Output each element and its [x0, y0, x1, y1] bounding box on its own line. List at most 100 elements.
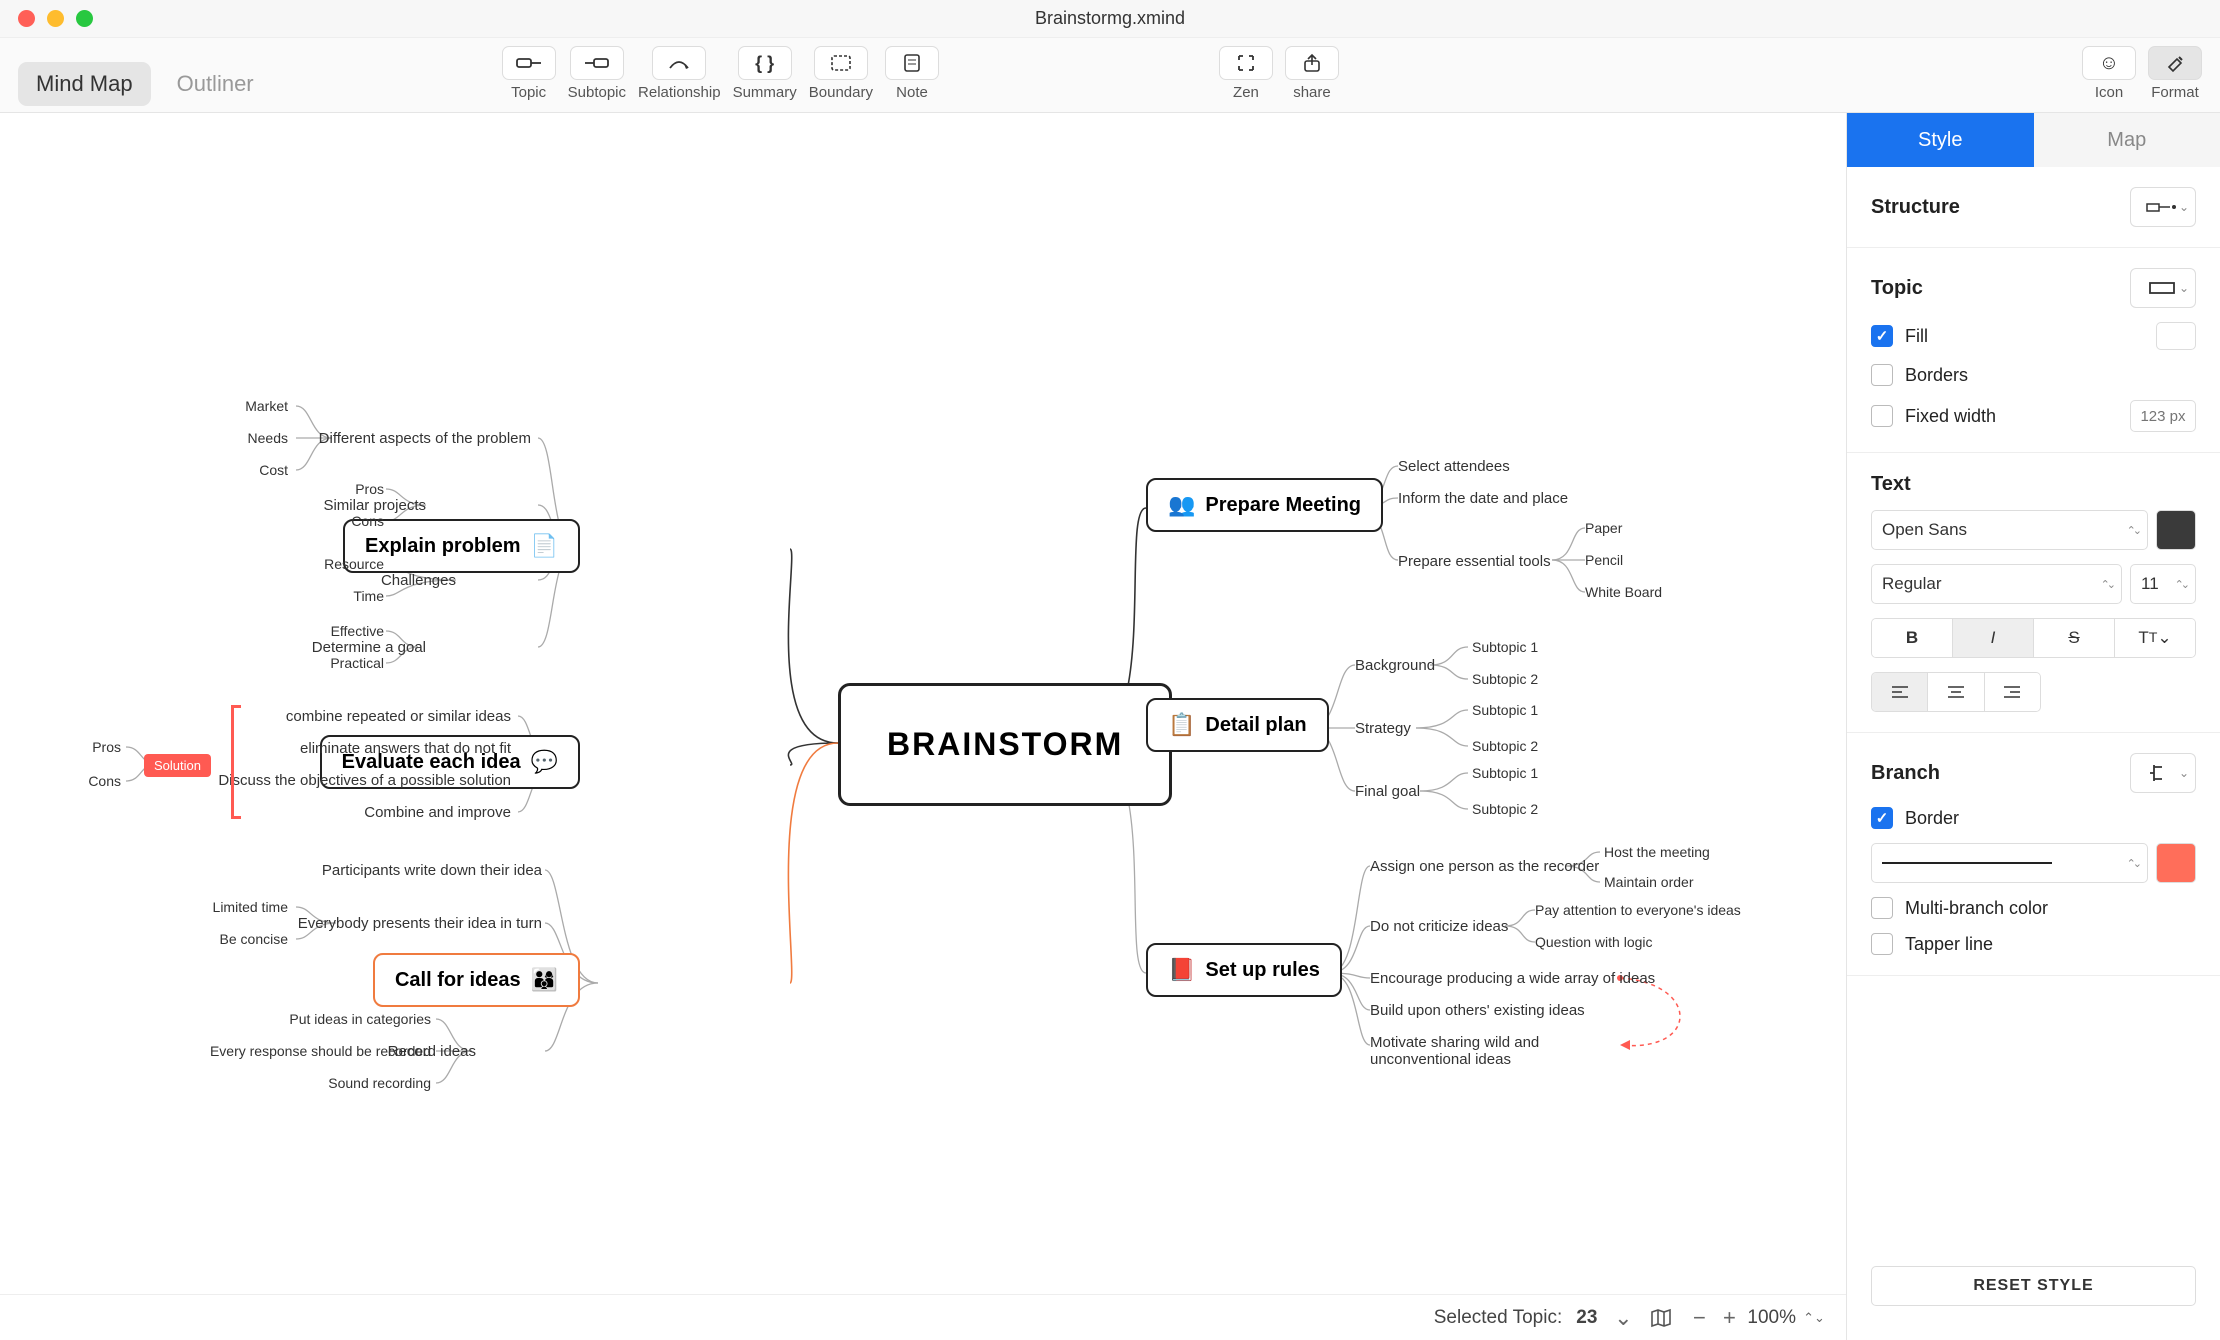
text-color-swatch[interactable]: [2156, 510, 2196, 550]
maximize-window[interactable]: [76, 10, 93, 27]
font-family-select[interactable]: Open Sans: [1871, 510, 2148, 550]
leaf[interactable]: Participants write down their idea: [322, 862, 542, 879]
strike-button[interactable]: S: [2034, 619, 2115, 657]
leaf[interactable]: Pros: [92, 739, 121, 755]
align-left-button[interactable]: [1872, 673, 1928, 711]
align-right-button[interactable]: [1985, 673, 2040, 711]
fixed-width-input[interactable]: [2130, 400, 2196, 432]
leaf[interactable]: Subtopic 2: [1472, 738, 1538, 754]
leaf[interactable]: Pencil: [1585, 552, 1623, 568]
leaf[interactable]: Paper: [1585, 520, 1622, 536]
align-center-button[interactable]: [1928, 673, 1984, 711]
tool-boundary[interactable]: Boundary: [809, 46, 873, 101]
node-detail-plan[interactable]: 📋Detail plan: [1146, 698, 1329, 752]
textcase-button[interactable]: TT ⌄: [2115, 619, 2195, 657]
multi-branch-checkbox[interactable]: [1871, 897, 1893, 919]
fixed-width-checkbox[interactable]: [1871, 405, 1893, 427]
branch-style-select[interactable]: ⌄: [2130, 753, 2196, 793]
tool-share[interactable]: share: [1285, 46, 1339, 101]
tool-format[interactable]: Format: [2148, 46, 2202, 101]
zoom-dropdown[interactable]: ⌃⌄: [1802, 1306, 1826, 1330]
font-size-select[interactable]: 11: [2130, 564, 2196, 604]
fill-checkbox[interactable]: [1871, 325, 1893, 347]
leaf[interactable]: Background: [1355, 657, 1435, 674]
leaf[interactable]: Pros: [355, 481, 384, 497]
border-line-select[interactable]: [1871, 843, 2148, 883]
tag-solution[interactable]: Solution: [144, 754, 211, 777]
tool-icon-picker[interactable]: ☺ Icon: [2082, 46, 2136, 101]
minimize-window[interactable]: [47, 10, 64, 27]
panel-tab-style[interactable]: Style: [1847, 113, 2034, 167]
leaf[interactable]: Be concise: [220, 931, 288, 947]
leaf[interactable]: Cons: [351, 513, 384, 529]
leaf[interactable]: Motivate sharing wild and unconventional…: [1370, 1034, 1620, 1068]
leaf[interactable]: Different aspects of the problem: [319, 430, 531, 447]
leaf[interactable]: Needs: [248, 430, 288, 446]
font-weight-select[interactable]: Regular: [1871, 564, 2122, 604]
tool-zen[interactable]: Zen: [1219, 46, 1273, 101]
leaf[interactable]: Build upon others' existing ideas: [1370, 1002, 1585, 1019]
tool-relationship[interactable]: Relationship: [638, 46, 721, 101]
leaf[interactable]: Final goal: [1355, 783, 1420, 800]
bold-button[interactable]: B: [1872, 619, 1953, 657]
leaf[interactable]: eliminate answers that do not fit: [300, 740, 511, 757]
topic-shape-select[interactable]: ⌄: [2130, 268, 2196, 308]
leaf[interactable]: Every response should be recorded: [210, 1043, 431, 1059]
node-call-ideas[interactable]: Call for ideas👨‍👩‍👦: [373, 953, 580, 1007]
leaf[interactable]: Encourage producing a wide array of idea…: [1370, 970, 1655, 987]
tab-outliner[interactable]: Outliner: [159, 62, 272, 106]
leaf[interactable]: Put ideas in categories: [289, 1011, 431, 1027]
leaf[interactable]: Question with logic: [1535, 934, 1653, 950]
borders-checkbox[interactable]: [1871, 364, 1893, 386]
leaf[interactable]: Sound recording: [328, 1075, 431, 1091]
tool-subtopic[interactable]: Subtopic: [568, 46, 626, 101]
leaf[interactable]: Determine a goal: [312, 639, 426, 656]
leaf[interactable]: Effective: [331, 623, 384, 639]
leaf[interactable]: combine repeated or similar ideas: [286, 708, 511, 725]
leaf[interactable]: Do not criticize ideas: [1370, 918, 1508, 935]
panel-tab-map[interactable]: Map: [2034, 113, 2220, 167]
leaf[interactable]: Host the meeting: [1604, 844, 1710, 860]
tapper-checkbox[interactable]: [1871, 933, 1893, 955]
tool-note[interactable]: Note: [885, 46, 939, 101]
leaf[interactable]: Everybody presents their idea in turn: [298, 915, 542, 932]
leaf[interactable]: Inform the date and place: [1398, 490, 1568, 507]
node-prepare-meeting[interactable]: 👥Prepare Meeting: [1146, 478, 1383, 532]
leaf[interactable]: Discuss the objectives of a possible sol…: [218, 772, 511, 789]
leaf[interactable]: Maintain order: [1604, 874, 1694, 890]
selected-dropdown[interactable]: ⌄: [1611, 1306, 1635, 1330]
leaf[interactable]: White Board: [1585, 584, 1662, 600]
leaf[interactable]: Time: [353, 588, 384, 604]
leaf[interactable]: Pay attention to everyone's ideas: [1535, 902, 1741, 918]
leaf[interactable]: Cons: [88, 773, 121, 789]
leaf[interactable]: Assign one person as the recorder: [1370, 858, 1599, 875]
node-setup-rules[interactable]: 📕Set up rules: [1146, 943, 1342, 997]
zoom-in-button[interactable]: +: [1717, 1306, 1741, 1330]
tool-topic[interactable]: Topic: [502, 46, 556, 101]
node-center[interactable]: BRAINSTORM: [838, 683, 1172, 806]
leaf[interactable]: Combine and improve: [364, 804, 511, 821]
leaf[interactable]: Subtopic 1: [1472, 702, 1538, 718]
tab-mindmap[interactable]: Mind Map: [18, 62, 151, 106]
leaf[interactable]: Market: [245, 398, 288, 414]
tool-summary[interactable]: { } Summary: [733, 46, 797, 101]
leaf[interactable]: Similar projects: [323, 497, 426, 514]
leaf[interactable]: Select attendees: [1398, 458, 1510, 475]
leaf[interactable]: Resource: [324, 556, 384, 572]
leaf[interactable]: Subtopic 1: [1472, 765, 1538, 781]
leaf[interactable]: Subtopic 2: [1472, 671, 1538, 687]
border-checkbox[interactable]: [1871, 807, 1893, 829]
close-window[interactable]: [18, 10, 35, 27]
leaf[interactable]: Strategy: [1355, 720, 1411, 737]
leaf[interactable]: Subtopic 2: [1472, 801, 1538, 817]
fill-color-swatch[interactable]: [2156, 322, 2196, 350]
italic-button[interactable]: I: [1953, 619, 2034, 657]
border-color-swatch[interactable]: [2156, 843, 2196, 883]
leaf[interactable]: Limited time: [213, 899, 288, 915]
map-overview-icon[interactable]: [1649, 1306, 1673, 1330]
leaf[interactable]: Practical: [330, 655, 384, 671]
zoom-out-button[interactable]: −: [1687, 1306, 1711, 1330]
reset-style-button[interactable]: RESET STYLE: [1871, 1266, 2196, 1306]
structure-select[interactable]: ⌄: [2130, 187, 2196, 227]
leaf[interactable]: Subtopic 1: [1472, 639, 1538, 655]
